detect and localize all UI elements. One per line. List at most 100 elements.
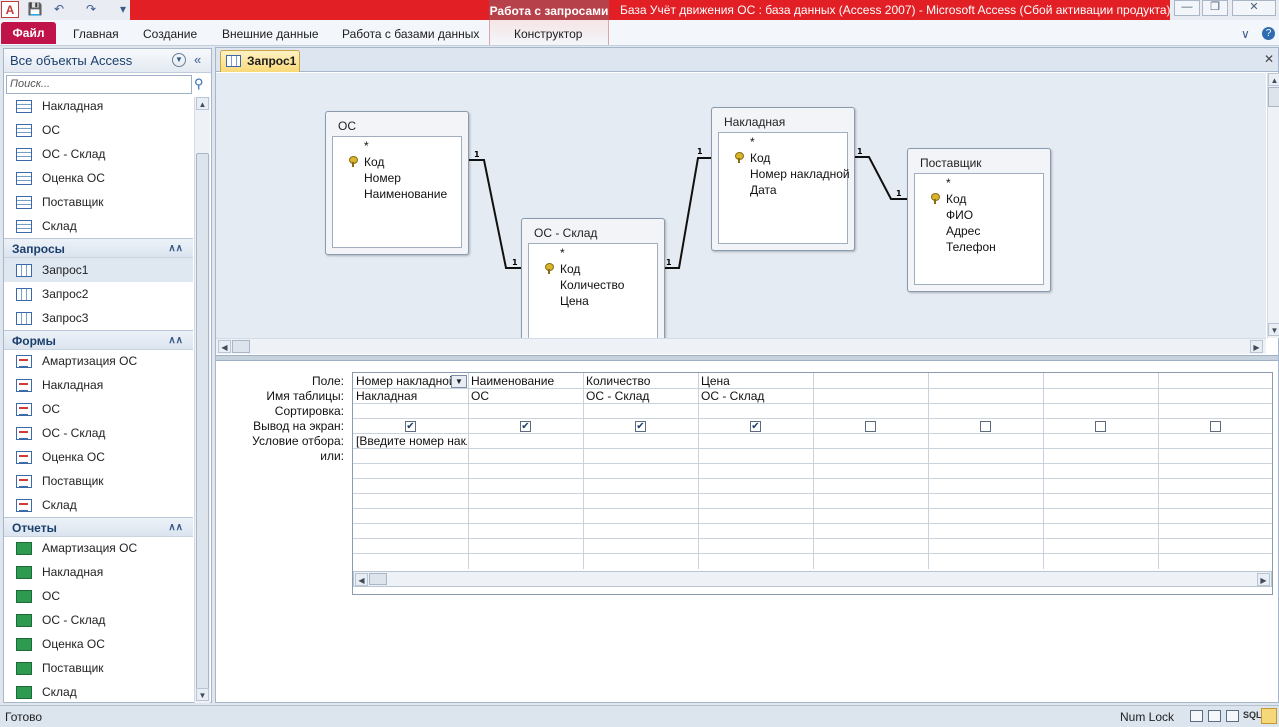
table-window-os-sklad[interactable]: ОС - Склад * Код Количество Цена [521, 218, 665, 338]
ribbon-minimize-icon[interactable]: ∨ [1241, 24, 1250, 44]
scroll-up-icon[interactable]: ▲ [1268, 73, 1279, 86]
grid-field-cell[interactable]: Номер накладной [353, 374, 451, 389]
nav-table-item[interactable]: ОС [4, 118, 193, 142]
field-item[interactable]: Номер накладной [750, 167, 850, 181]
nav-form-item[interactable]: Поставщик [4, 469, 193, 493]
datasheet-view-icon[interactable] [1190, 710, 1203, 722]
show-checkbox[interactable] [865, 421, 876, 432]
nav-menu-dropdown-icon[interactable]: ▼ [172, 53, 186, 67]
nav-form-item[interactable]: ОС [4, 397, 193, 421]
nav-form-item[interactable]: Накладная [4, 373, 193, 397]
table-window-postavshchik[interactable]: Поставщик * Код ФИО Адрес Телефон [907, 148, 1051, 292]
nav-report-item[interactable]: ОС [4, 584, 193, 608]
grid-table-cell[interactable]: ОС [468, 389, 582, 404]
field-item[interactable]: Код [364, 155, 384, 169]
query-design-grid[interactable]: Номер накладной ▼ Накладная ✔ [Введите н… [352, 372, 1273, 595]
field-item[interactable]: ФИО [946, 208, 973, 222]
field-all[interactable]: * [946, 176, 951, 190]
nav-report-item[interactable]: Амартизация ОС [4, 536, 193, 560]
save-icon[interactable]: 💾 [26, 1, 44, 18]
grid-table-cell[interactable]: ОС - Склад [698, 389, 812, 404]
nav-report-item[interactable]: Склад [4, 680, 193, 704]
nav-table-item[interactable]: Склад [4, 214, 193, 238]
field-item[interactable]: Телефон [946, 240, 996, 254]
tab-database-tools[interactable]: Работа с базами данных [342, 24, 479, 44]
tab-create[interactable]: Создание [143, 24, 197, 44]
nav-table-item[interactable]: Оценка ОС [4, 166, 193, 190]
nav-group-reports[interactable]: Отчеты ∧∧ [4, 517, 193, 537]
show-checkbox[interactable] [1210, 421, 1221, 432]
nav-pane-header[interactable]: Все объекты Access ▼ « [4, 49, 211, 73]
nav-report-item[interactable]: Накладная [4, 560, 193, 584]
design-view-icon[interactable] [1261, 708, 1277, 724]
scrollbar-thumb[interactable] [1268, 87, 1279, 107]
scroll-left-icon[interactable]: ◀ [218, 340, 231, 353]
field-all[interactable]: * [560, 246, 565, 260]
access-app-icon[interactable]: A [1, 1, 19, 18]
grid-field-cell[interactable]: Наименование [468, 374, 582, 389]
show-checkbox[interactable]: ✔ [520, 421, 531, 432]
restore-button[interactable]: ❐ [1202, 0, 1228, 16]
search-icon[interactable]: ⚲ [194, 76, 204, 92]
sql-view-button[interactable]: SQL [1243, 710, 1262, 720]
nav-form-item[interactable]: Амартизация ОС [4, 349, 193, 373]
document-tab[interactable]: Запрос1 [220, 50, 300, 72]
nav-query-item[interactable]: Запрос1 [4, 258, 193, 282]
collapse-group-icon[interactable]: ∧∧ [168, 239, 183, 259]
tab-file[interactable]: Файл [1, 22, 56, 44]
close-document-icon[interactable]: ✕ [1264, 52, 1274, 66]
field-all[interactable]: * [364, 139, 369, 153]
collapse-nav-icon[interactable]: « [194, 52, 201, 67]
nav-table-item[interactable]: Накладная [4, 94, 193, 118]
help-icon[interactable]: ? [1262, 27, 1275, 40]
grid-field-cell[interactable]: Количество [583, 374, 697, 389]
scroll-up-icon[interactable]: ▲ [196, 97, 209, 110]
field-item[interactable]: Цена [560, 294, 589, 308]
collapse-group-icon[interactable]: ∧∧ [168, 331, 183, 351]
show-checkbox[interactable]: ✔ [635, 421, 646, 432]
table-diagram-area[interactable]: 1 1 1 1 1 1 ОС * Код Номер Наименование … [216, 73, 1266, 338]
nav-query-item[interactable]: Запрос3 [4, 306, 193, 330]
diagram-horizontal-scrollbar[interactable]: ◀ ▶ [216, 338, 1266, 354]
nav-group-queries[interactable]: Запросы ∧∧ [4, 238, 193, 258]
nav-report-item[interactable]: ОС - Склад [4, 608, 193, 632]
scroll-down-icon[interactable]: ▼ [196, 688, 209, 701]
nav-table-item[interactable]: Поставщик [4, 190, 193, 214]
field-list[interactable]: * Код Номер Наименование [332, 136, 462, 248]
field-list[interactable]: * Код Количество Цена [528, 243, 658, 338]
field-all[interactable]: * [750, 135, 755, 149]
scroll-right-icon[interactable]: ▶ [1250, 340, 1263, 353]
field-item[interactable]: Код [560, 262, 580, 276]
grid-criteria-cell[interactable]: [Введите номер накладной] [353, 434, 467, 449]
nav-report-item[interactable]: Оценка ОС [4, 632, 193, 656]
close-window-button[interactable]: ✕ [1232, 0, 1276, 16]
tab-design[interactable]: Конструктор [514, 24, 582, 44]
show-checkbox[interactable] [980, 421, 991, 432]
scroll-right-icon[interactable]: ▶ [1257, 573, 1270, 586]
field-dropdown-icon[interactable]: ▼ [451, 375, 467, 388]
field-item[interactable]: Код [750, 151, 770, 165]
show-checkbox[interactable] [1095, 421, 1106, 432]
nav-form-item[interactable]: ОС - Склад [4, 421, 193, 445]
tab-home[interactable]: Главная [73, 24, 119, 44]
field-item[interactable]: Дата [750, 183, 777, 197]
tab-external-data[interactable]: Внешние данные [222, 24, 319, 44]
scroll-down-icon[interactable]: ▼ [1268, 323, 1279, 336]
nav-group-forms[interactable]: Формы ∧∧ [4, 330, 193, 350]
nav-table-item[interactable]: ОС - Склад [4, 142, 193, 166]
grid-field-cell[interactable]: Цена [698, 374, 812, 389]
undo-icon[interactable]: ↶ [50, 1, 68, 18]
nav-report-item[interactable]: Поставщик [4, 656, 193, 680]
minimize-button[interactable]: — [1174, 0, 1200, 16]
pivot-table-view-icon[interactable] [1208, 710, 1221, 722]
nav-form-item[interactable]: Оценка ОС [4, 445, 193, 469]
grid-horizontal-scrollbar[interactable]: ◀ ▶ [353, 571, 1272, 587]
field-item[interactable]: Адрес [946, 224, 980, 238]
field-list[interactable]: * Код Номер накладной Дата [718, 132, 850, 244]
collapse-group-icon[interactable]: ∧∧ [168, 518, 183, 538]
pane-splitter[interactable] [216, 355, 1278, 361]
redo-icon[interactable]: ↷ [82, 1, 100, 18]
grid-table-cell[interactable]: ОС - Склад [583, 389, 697, 404]
field-item[interactable]: Наименование [364, 187, 447, 201]
field-item[interactable]: Количество [560, 278, 624, 292]
